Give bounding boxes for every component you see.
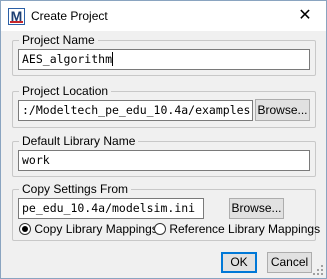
- default-library-value: work: [22, 153, 50, 167]
- ok-button[interactable]: OK: [221, 252, 257, 273]
- copy-settings-input[interactable]: pe_edu_10.4a/modelsim.ini: [18, 198, 204, 219]
- reference-library-mappings-option[interactable]: Reference Library Mappings: [154, 222, 320, 236]
- project-location-group: Project Location :/Modeltech_pe_edu_10.4…: [12, 84, 316, 128]
- project-location-value: :/Modeltech_pe_edu_10.4a/examples: [22, 103, 251, 117]
- project-name-input[interactable]: AES_algorithm: [18, 49, 310, 70]
- text-caret: [112, 52, 114, 66]
- dialog-title: Create Project: [31, 9, 108, 23]
- project-name-value: AES_algorithm: [22, 52, 113, 66]
- reference-library-mappings-label: Reference Library Mappings: [169, 222, 321, 236]
- project-name-label: Project Name: [19, 33, 98, 47]
- project-name-group: Project Name AES_algorithm: [12, 33, 316, 76]
- copy-library-mappings-label: Copy Library Mappings: [34, 222, 158, 236]
- resize-grip-icon[interactable]: [313, 265, 323, 275]
- radio-checked-icon[interactable]: [19, 223, 31, 235]
- copy-library-mappings-option[interactable]: Copy Library Mappings: [19, 222, 158, 236]
- project-location-browse-button[interactable]: Browse...: [255, 99, 310, 121]
- project-location-label: Project Location: [19, 84, 112, 98]
- title-bar: M Create Project ✕: [1, 1, 326, 31]
- close-icon[interactable]: ✕: [287, 3, 323, 29]
- default-library-label: Default Library Name: [19, 134, 139, 148]
- create-project-dialog: M Create Project ✕ Project Name AES_algo…: [0, 0, 327, 279]
- copy-settings-browse-button[interactable]: Browse...: [229, 198, 284, 219]
- default-library-group: Default Library Name work: [12, 134, 316, 177]
- default-library-input[interactable]: work: [18, 150, 310, 171]
- copy-settings-group: Copy Settings From pe_edu_10.4a/modelsim…: [12, 182, 320, 241]
- cancel-button[interactable]: Cancel: [267, 252, 312, 273]
- radio-unchecked-icon[interactable]: [154, 223, 166, 235]
- modelsim-app-icon: M: [8, 8, 25, 25]
- project-location-input[interactable]: :/Modeltech_pe_edu_10.4a/examples: [18, 100, 253, 121]
- copy-settings-value: pe_edu_10.4a/modelsim.ini: [22, 201, 196, 215]
- copy-settings-label: Copy Settings From: [19, 182, 132, 196]
